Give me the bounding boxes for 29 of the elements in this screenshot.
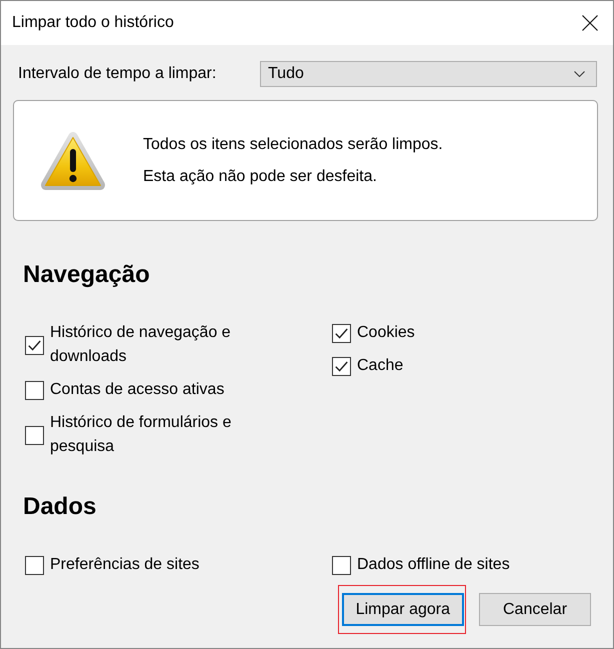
check-icon (28, 340, 41, 350)
checkbox-label[interactable]: Dados offline de sites (357, 553, 510, 577)
checkbox-label[interactable]: Histórico de formulários e pesquisa (50, 411, 270, 459)
warning-text: Esta ação não pode ser desfeita. (143, 166, 378, 186)
warning-icon (40, 130, 106, 190)
checkbox-label[interactable]: Cookies (357, 321, 415, 345)
checkbox[interactable] (25, 380, 44, 400)
cancel-button[interactable]: Cancelar (479, 593, 591, 626)
warning-text: Todos os itens selecionados serão limpos. (143, 134, 443, 154)
checkbox[interactable] (25, 336, 44, 354)
section-heading: Navegação (23, 260, 150, 290)
checkbox[interactable] (25, 556, 44, 574)
check-icon (335, 328, 348, 338)
checkbox[interactable] (332, 556, 351, 574)
checkbox-label[interactable]: Contas de acesso ativas (50, 378, 224, 402)
time-range-dropdown[interactable]: Tudo (260, 61, 597, 87)
close-icon (582, 15, 598, 31)
checkbox-label[interactable]: Preferências de sites (50, 553, 200, 577)
checkbox[interactable] (332, 324, 351, 342)
checkbox-label[interactable]: Cache (357, 354, 404, 378)
check-icon (335, 360, 348, 372)
clear-now-button[interactable]: Limpar agora (342, 593, 464, 626)
time-range-label: Intervalo de tempo a limpar: (18, 64, 216, 84)
checkbox[interactable] (25, 426, 44, 444)
checkbox[interactable] (332, 356, 351, 376)
window-title: Limpar todo o histórico (11, 13, 174, 33)
chevron-down-icon (574, 71, 585, 77)
section-heading: Dados (23, 492, 96, 522)
checkbox-label[interactable]: Histórico de navegação e downloads (50, 321, 270, 369)
